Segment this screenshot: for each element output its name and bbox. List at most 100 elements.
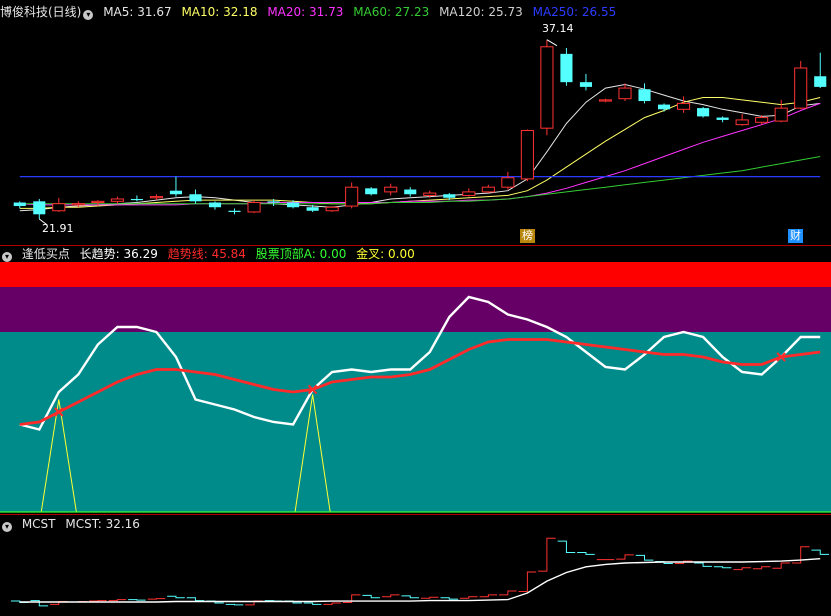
ma250-label: MA250: 26.55	[532, 5, 617, 19]
indicator-header: ▾ 逢低买点 长趋势: 36.29 趋势线: 45.84 股票顶部A: 0.00…	[0, 245, 421, 263]
high-price-label: 37.14	[542, 22, 574, 35]
ma-line-ma60	[19, 156, 821, 205]
candle-body	[404, 189, 417, 195]
mcst-price-step	[752, 566, 771, 570]
candle-body	[774, 107, 788, 122]
mcst-price-step	[323, 602, 341, 605]
mcst-price-step	[440, 597, 459, 600]
ma60-label: MA60: 27.23	[353, 5, 430, 19]
candle-body	[52, 203, 66, 212]
candle-body	[110, 198, 124, 202]
candle-body	[384, 186, 398, 193]
candle-body	[149, 196, 163, 199]
candle-body	[13, 202, 26, 207]
mcst-price-step	[362, 594, 380, 599]
event-marker-bang[interactable]: 榜	[520, 229, 535, 243]
mcst-line	[19, 558, 821, 603]
candle-body	[287, 202, 300, 208]
mcst-price-step	[460, 596, 478, 599]
mcst-price-step	[401, 595, 420, 599]
mcst-price-step	[303, 602, 322, 605]
candle-body	[540, 46, 554, 129]
candle-body	[657, 104, 671, 110]
ma10-label: MA10: 32.18	[181, 5, 258, 19]
mcst-price-step	[381, 594, 400, 598]
indicator-title: 逢低买点	[21, 247, 70, 261]
candle-body	[91, 200, 105, 204]
stock-title: 博俊科技(日线)	[0, 5, 82, 19]
mcst-panel[interactable]	[10, 537, 830, 607]
settings-icon[interactable]: ▾	[83, 10, 94, 20]
candle-body	[618, 87, 632, 100]
mcst-price-step	[733, 567, 751, 571]
mcst-price-step	[557, 540, 576, 554]
mcst-price-step	[694, 562, 712, 567]
low-price-label: 21.91	[42, 222, 74, 235]
mcst-price-step	[167, 595, 185, 599]
golden-cross-label: 金叉: 0.00	[356, 247, 415, 261]
candle-body	[306, 207, 319, 211]
ma20-label: MA20: 31.73	[267, 5, 344, 19]
candle-body	[598, 99, 613, 102]
candle-body	[325, 206, 339, 212]
candle-body	[579, 82, 593, 87]
candle-body	[169, 190, 183, 195]
ma-line-ma5	[19, 83, 821, 212]
indicator-band	[0, 262, 831, 287]
mcst-price-step	[108, 599, 127, 602]
candle-body	[345, 186, 359, 207]
candle-body	[560, 53, 573, 83]
candle-body	[520, 130, 534, 180]
candle-body	[814, 76, 827, 87]
candle-body	[267, 201, 280, 203]
ma5-label: MA5: 31.67	[103, 5, 172, 19]
candle-body	[71, 203, 85, 206]
mcst-price-step	[499, 590, 517, 596]
candle-body	[365, 188, 378, 195]
mcst-title: MCST	[21, 517, 56, 531]
main-header: 博俊科技(日线) ▾ MA5: 31.67 MA10: 32.18 MA20: 3…	[0, 3, 622, 21]
mcst-header: ▾ MCST MCST: 32.16	[0, 515, 146, 533]
top-a-label: 股票顶部A: 0.00	[255, 247, 347, 261]
candle-body	[189, 194, 202, 202]
long-trend-label: 长趋势: 36.29	[79, 247, 158, 261]
candle-body	[638, 89, 651, 102]
mcst-price-step	[635, 554, 654, 561]
mcst-price-step	[616, 554, 634, 560]
settings-icon[interactable]: ▾	[2, 252, 12, 262]
main-price-panel[interactable]	[13, 39, 827, 226]
mcst-price-step	[811, 549, 830, 555]
candle-body	[208, 202, 222, 208]
candle-body	[716, 117, 729, 120]
candle-body	[501, 177, 515, 188]
ma120-label: MA120: 25.73	[439, 5, 523, 19]
mcst-price-step	[420, 596, 439, 599]
mcst-price-step	[772, 562, 790, 569]
mcst-value-label: MCST: 32.16	[65, 517, 140, 531]
candle-body	[755, 117, 769, 123]
candle-body	[794, 67, 808, 109]
mcst-price-step	[713, 566, 732, 569]
candle-body	[443, 194, 456, 198]
mcst-price-step	[479, 594, 498, 598]
candle-body	[247, 202, 261, 213]
trend-line-label: 趋势线: 45.84	[167, 247, 246, 261]
mcst-price-step	[538, 537, 556, 572]
candle-body	[33, 201, 46, 215]
ma-line-ma20	[19, 102, 821, 206]
candle-body	[228, 210, 241, 212]
candle-body	[423, 192, 437, 196]
indicator-band	[0, 287, 831, 332]
high-pointer	[546, 39, 558, 47]
mcst-price-step	[186, 597, 205, 602]
settings-icon[interactable]: ▾	[2, 522, 12, 532]
candle-body	[481, 186, 495, 193]
candle-body	[130, 198, 143, 201]
event-marker-cai[interactable]: 财	[788, 229, 803, 243]
candle-body	[677, 102, 691, 110]
candle-body	[462, 191, 476, 196]
candle-body	[697, 108, 710, 117]
candle-body	[735, 119, 749, 126]
mcst-price-step	[577, 552, 595, 555]
indicator-panel[interactable]	[0, 262, 831, 513]
